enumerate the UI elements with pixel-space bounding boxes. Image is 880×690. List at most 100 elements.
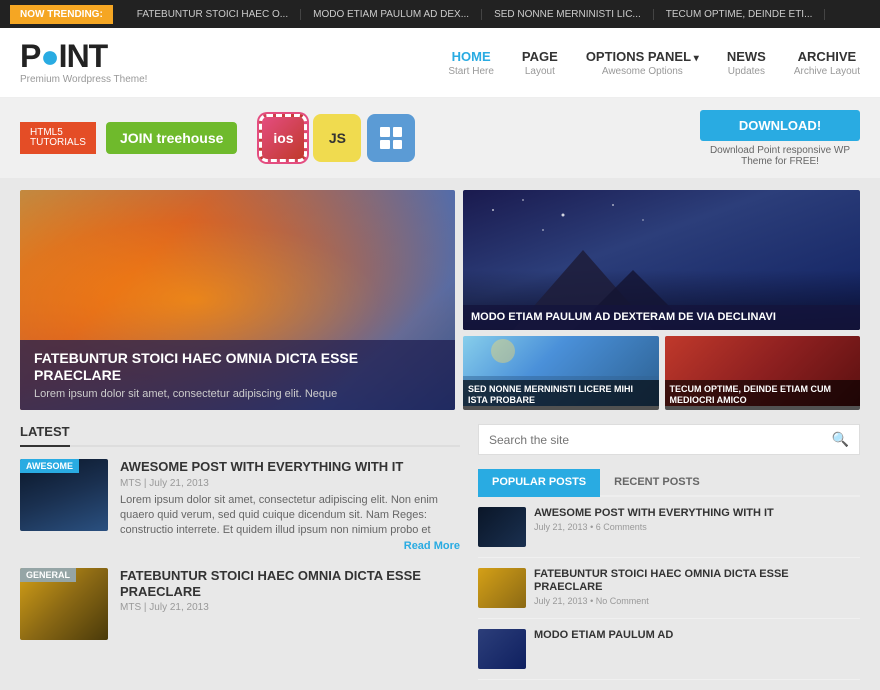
post-thumb-2[interactable]: GENERAL [20, 568, 108, 640]
bottom-section: LATEST AWESOME AWESOME POST WITH EVERYTH… [0, 424, 880, 690]
post-meta-2: MTS | July 21, 2013 [120, 602, 460, 613]
search-input[interactable] [489, 433, 832, 447]
post-content-1: AWESOME POST WITH EVERYTHING WITH IT MTS… [120, 459, 460, 554]
sb-content-1: AWESOME POST WITH EVERYTHING WITH IT Jul… [534, 507, 774, 547]
nav-home-label: HOME [448, 49, 494, 64]
trending-label: NOW TRENDING: [10, 5, 113, 24]
main-content: FATEBUNTUR STOICI HAEC OMNIA DICTA ESSE … [0, 190, 880, 410]
post-author-1: MTS [120, 478, 141, 489]
sb-date-2: July 21, 2013 [534, 596, 588, 606]
nav-page-sub: Layout [522, 66, 558, 77]
header: P●INT Premium Wordpress Theme! HOME Star… [0, 28, 880, 98]
nav-archive-label: ARCHIVE [794, 49, 860, 64]
download-text: Download Point responsive WP Theme for F… [700, 145, 860, 167]
trending-items: FATEBUNTUR STOICI HAEC O... MODO ETIAM P… [125, 9, 870, 20]
post-thumb-1[interactable]: AWESOME [20, 459, 108, 531]
post-meta-1: MTS | July 21, 2013 [120, 478, 460, 489]
html5-box: HTML5 TUTORIALS [20, 122, 96, 154]
post-item-2: GENERAL FATEBUNTUR STOICI HAEC OMNIA DIC… [20, 568, 460, 640]
sb-thumb-3-image [478, 629, 526, 669]
sb-content-3: MODO ETIAM PAULUM AD [534, 629, 673, 669]
post-title-1[interactable]: AWESOME POST WITH EVERYTHING WITH IT [120, 459, 460, 475]
side-thumb-1[interactable]: SED NONNE MERNINISTI LICERE MIHI ISTA PR… [463, 336, 659, 410]
nav-home[interactable]: HOME Start Here [448, 49, 494, 77]
trending-item-1[interactable]: FATEBUNTUR STOICI HAEC O... [125, 9, 301, 20]
side-thumb-2-title: TECUM OPTIME, DEINDE ETIAM CUM MEDIOCRI … [670, 384, 856, 406]
sb-thumb-1-image [478, 507, 526, 547]
nav-archive-sub: Archive Layout [794, 66, 860, 77]
sb-thumb-2[interactable] [478, 568, 526, 608]
trending-item-3[interactable]: SED NONNE MERNINISTI LIC... [482, 9, 654, 20]
sb-title-2[interactable]: FATEBUNTUR STOICI HAEC OMNIA DICTA ESSE … [534, 568, 860, 594]
latest-header: LATEST [20, 424, 460, 447]
download-section: DOWNLOAD! Download Point responsive WP T… [700, 110, 860, 167]
sb-date-1: July 21, 2013 [534, 522, 588, 532]
trending-item-2[interactable]: MODO ETIAM PAULUM AD DEX... [301, 9, 482, 20]
post-title-2[interactable]: FATEBUNTUR STOICI HAEC OMNIA DICTA ESSE … [120, 568, 460, 599]
nav-news-sub: Updates [727, 66, 766, 77]
search-icon[interactable]: 🔍 [832, 431, 849, 448]
sb-meta-2: July 21, 2013 • No Comment [534, 596, 860, 606]
search-box[interactable]: 🔍 [478, 424, 860, 455]
logo-area: P●INT Premium Wordpress Theme! [20, 40, 200, 85]
banner: HTML5 TUTORIALS JOIN treehouse ios JS DO… [0, 98, 880, 178]
nav-options-sub: Awesome Options [586, 66, 699, 77]
featured-caption: FATEBUNTUR STOICI HAEC OMNIA DICTA ESSE … [20, 340, 455, 410]
sb-thumb-1[interactable] [478, 507, 526, 547]
nav-news[interactable]: NEWS Updates [727, 49, 766, 77]
sb-comments-1: 6 Comments [596, 522, 647, 532]
sb-thumb-2-image [478, 568, 526, 608]
grid-icon [367, 114, 415, 162]
download-button[interactable]: DOWNLOAD! [700, 110, 860, 141]
tab-popular-posts[interactable]: POPULAR POSTS [478, 469, 600, 497]
post-excerpt-1: Lorem ipsum dolor sit amet, consectetur … [120, 493, 460, 539]
logo-tagline: Premium Wordpress Theme! [20, 74, 200, 85]
side-main-caption: MODO ETIAM PAULUM AD DEXTERAM DE VIA DEC… [463, 305, 860, 330]
sb-thumb-3[interactable] [478, 629, 526, 669]
side-main-title: MODO ETIAM PAULUM AD DEXTERAM DE VIA DEC… [471, 311, 852, 324]
side-thumb-2-caption: TECUM OPTIME, DEINDE ETIAM CUM MEDIOCRI … [665, 380, 861, 410]
nav-page[interactable]: PAGE Layout [522, 49, 558, 77]
featured-title: FATEBUNTUR STOICI HAEC OMNIA DICTA ESSE … [34, 350, 441, 384]
nav-home-sub: Start Here [448, 66, 494, 77]
nav-options[interactable]: OPTIONS PANEL Awesome Options [586, 49, 699, 77]
side-thumb-1-title: SED NONNE MERNINISTI LICERE MIHI ISTA PR… [468, 384, 654, 406]
sidebar-post-2: FATEBUNTUR STOICI HAEC OMNIA DICTA ESSE … [478, 568, 860, 619]
ios-icon: ios [259, 114, 307, 162]
banner-icons: ios JS [259, 114, 415, 162]
tab-recent-posts[interactable]: RECENT POSTS [600, 469, 714, 497]
sb-meta-1: July 21, 2013 • 6 Comments [534, 522, 774, 532]
sb-comments-2: No Comment [596, 596, 649, 606]
featured-excerpt: Lorem ipsum dolor sit amet, consectetur … [34, 388, 441, 400]
sb-title-3[interactable]: MODO ETIAM PAULUM AD [534, 629, 673, 642]
sb-title-1[interactable]: AWESOME POST WITH EVERYTHING WITH IT [534, 507, 774, 520]
post-tag-1: AWESOME [20, 459, 79, 473]
trending-bar: NOW TRENDING: FATEBUNTUR STOICI HAEC O..… [0, 0, 880, 28]
latest-title: LATEST [20, 424, 70, 447]
nav-archive[interactable]: ARCHIVE Archive Layout [794, 49, 860, 77]
main-nav: HOME Start Here PAGE Layout OPTIONS PANE… [448, 49, 860, 77]
js-icon: JS [313, 114, 361, 162]
latest-section: LATEST AWESOME AWESOME POST WITH EVERYTH… [20, 424, 460, 690]
html5-banner: HTML5 TUTORIALS JOIN treehouse [20, 122, 237, 154]
html5-sub: TUTORIALS [30, 138, 86, 148]
side-thumbs: SED NONNE MERNINISTI LICERE MIHI ISTA PR… [463, 336, 860, 410]
sidebar-post-1: AWESOME POST WITH EVERYTHING WITH IT Jul… [478, 507, 860, 558]
featured-post[interactable]: FATEBUNTUR STOICI HAEC OMNIA DICTA ESSE … [20, 190, 455, 410]
trending-item-4[interactable]: TECUM OPTIME, DEINDE ETI... [654, 9, 826, 20]
side-thumb-1-caption: SED NONNE MERNINISTI LICERE MIHI ISTA PR… [463, 380, 659, 410]
read-more-1[interactable]: Read More [404, 539, 460, 554]
treehouse-button[interactable]: JOIN treehouse [106, 122, 238, 154]
nav-page-label: PAGE [522, 49, 558, 64]
logo[interactable]: P●INT [20, 40, 200, 72]
side-main-post[interactable]: MODO ETIAM PAULUM AD DEXTERAM DE VIA DEC… [463, 190, 860, 330]
post-author-2: MTS [120, 602, 141, 613]
tabs-bar: POPULAR POSTS RECENT POSTS [478, 469, 860, 497]
post-date-1: July 21, 2013 [149, 478, 209, 489]
sb-content-2: FATEBUNTUR STOICI HAEC OMNIA DICTA ESSE … [534, 568, 860, 608]
post-date-2: July 21, 2013 [149, 602, 209, 613]
post-tag-2: GENERAL [20, 568, 76, 582]
side-posts: MODO ETIAM PAULUM AD DEXTERAM DE VIA DEC… [463, 190, 860, 410]
side-thumb-2[interactable]: TECUM OPTIME, DEINDE ETIAM CUM MEDIOCRI … [665, 336, 861, 410]
sidebar-post-3: MODO ETIAM PAULUM AD [478, 629, 860, 680]
